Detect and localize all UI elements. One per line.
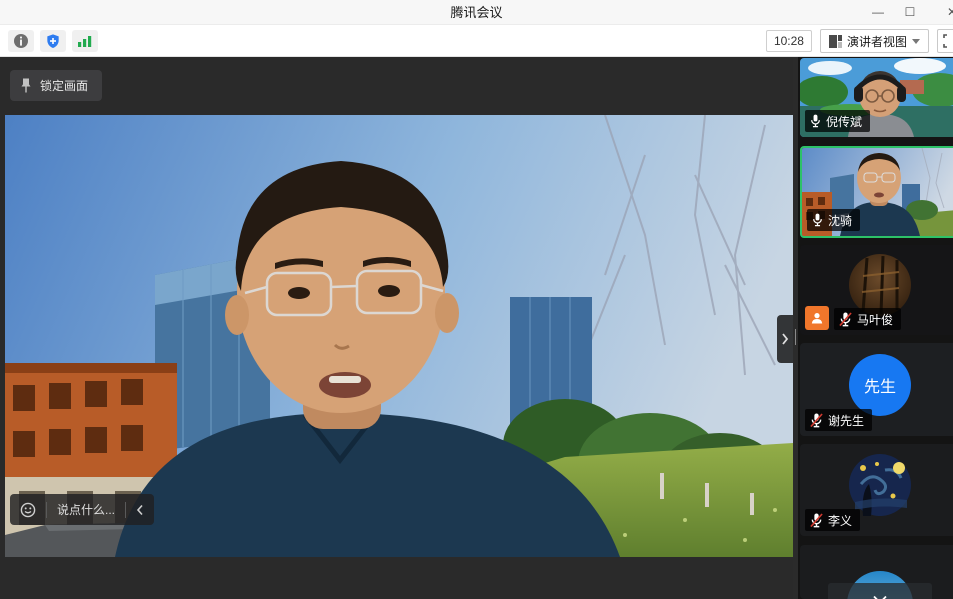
participant-tile[interactable]: 马叶俊 <box>800 245 953 335</box>
fullscreen-icon <box>943 34 953 48</box>
main-speaker-area: 锁定画面 说点什么... <box>0 57 793 599</box>
titlebar: 腾讯会议 — ☐ ✕ <box>0 0 953 25</box>
minimize-button[interactable]: — <box>863 0 893 25</box>
meeting-timer: 10:28 <box>766 30 812 52</box>
participant-name: 李义 <box>828 512 852 529</box>
view-mode-label: 演讲者视图 <box>847 33 907 50</box>
network-signal-icon <box>77 34 93 48</box>
collapse-left-icon <box>136 504 144 516</box>
shield-icon <box>45 33 61 49</box>
layout-icon <box>829 35 842 48</box>
participant-avatar <box>849 254 911 316</box>
mic-icon <box>812 213 823 227</box>
mic-muted-icon <box>810 513 823 528</box>
pin-view-button[interactable]: 锁定画面 <box>10 70 102 101</box>
meeting-info-button[interactable] <box>8 30 34 52</box>
caret-down-icon <box>912 39 920 44</box>
participant-sidebar: 倪传斌 <box>798 57 953 599</box>
smiley-icon <box>20 502 36 518</box>
participant-label: 马叶俊 <box>834 308 901 330</box>
participant-avatar: 先生 <box>849 354 911 416</box>
mic-icon <box>810 114 821 128</box>
participant-tile-active[interactable]: 沈骑 <box>800 146 953 238</box>
participant-tile-partial[interactable] <box>800 545 953 599</box>
collapse-list-button[interactable] <box>828 583 932 599</box>
avatar-text: 先生 <box>864 373 896 397</box>
fullscreen-button[interactable] <box>937 29 953 53</box>
member-badge-icon <box>810 311 824 325</box>
toolbar: 10:28 演讲者视图 <box>0 25 953 57</box>
mic-muted-icon <box>810 413 823 428</box>
window-title: 腾讯会议 <box>0 0 953 25</box>
participant-name: 谢先生 <box>828 412 864 429</box>
pin-icon <box>20 78 32 93</box>
main-speaker-video <box>5 115 793 557</box>
participant-avatar <box>849 454 911 516</box>
participant-tile[interactable]: 倪传斌 <box>800 58 953 137</box>
participant-tile[interactable]: 先生 谢先生 <box>800 343 953 436</box>
participant-label: 李义 <box>805 509 860 531</box>
view-mode-button[interactable]: 演讲者视图 <box>820 29 929 53</box>
meeting-window: 腾讯会议 — ☐ ✕ <box>0 0 953 599</box>
maximize-button[interactable]: ☐ <box>895 0 925 25</box>
network-status-button[interactable] <box>72 30 98 52</box>
close-button[interactable]: ✕ <box>937 0 953 25</box>
collapse-chat-button[interactable] <box>126 494 154 525</box>
participant-label: 谢先生 <box>805 409 872 431</box>
hide-sidebar-tab[interactable] <box>777 315 793 363</box>
member-badge <box>805 306 829 330</box>
participant-tile[interactable]: 李义 <box>800 444 953 536</box>
participant-name: 倪传斌 <box>826 113 862 130</box>
chevron-down-icon <box>872 595 888 599</box>
participant-name: 马叶俊 <box>857 311 893 328</box>
participant-label: 沈骑 <box>807 209 860 231</box>
participant-label: 倪传斌 <box>805 110 870 132</box>
participant-name: 沈骑 <box>828 212 852 229</box>
security-button[interactable] <box>40 30 66 52</box>
chat-input-hint[interactable]: 说点什么... <box>47 494 125 525</box>
emoji-button[interactable] <box>10 494 46 525</box>
pin-view-label: 锁定画面 <box>40 77 88 94</box>
quick-chat-bar[interactable]: 说点什么... <box>10 494 154 525</box>
info-icon <box>13 33 29 49</box>
collapse-right-icon <box>781 332 789 346</box>
mic-muted-icon <box>839 312 852 327</box>
meeting-content: 锁定画面 说点什么... <box>0 57 953 599</box>
